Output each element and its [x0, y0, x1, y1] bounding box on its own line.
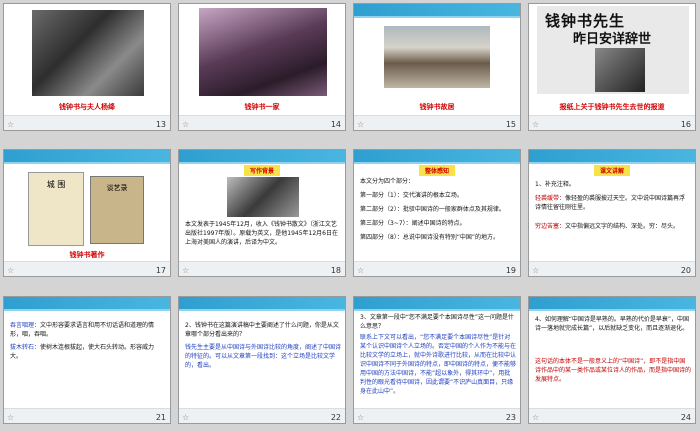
slide-caption: 钱钟书与夫人杨绛 — [59, 103, 115, 111]
slide-footer: ☆ 22 — [179, 408, 345, 423]
slide-number: 15 — [505, 120, 516, 129]
slide-footer: ☆ 17 — [4, 261, 170, 276]
header-band — [179, 297, 345, 311]
slide-footer: ☆ 23 — [354, 408, 520, 423]
header-band — [179, 150, 345, 164]
slide-footer: ☆ 24 — [529, 408, 695, 423]
section-tag: 写作背景 — [243, 165, 281, 176]
slide-number: 18 — [330, 266, 341, 275]
slide-thumbnail-18[interactable]: 写作背景 本文发表于1945年12月，收入《钱钟书散文》（浙江文艺出版社1997… — [178, 149, 346, 277]
slide-number: 19 — [505, 266, 516, 275]
slide-footer: ☆ 18 — [179, 261, 345, 276]
author-photo — [227, 177, 299, 217]
slide-thumbnail-17[interactable]: 城 围 谈艺录 钱钟书著作 ☆ 17 — [3, 149, 171, 277]
star-icon[interactable]: ☆ — [182, 413, 189, 422]
slide-footer: ☆ 15 — [354, 115, 520, 130]
newspaper-clipping: 钱钟书先生 昨日安详辞世 — [537, 6, 689, 94]
slide-number: 13 — [155, 120, 166, 129]
term-entry-2: 穷边苦塞：文中指偏远文字的结构、深处。穷：尽头。 — [535, 222, 691, 231]
header-band — [354, 297, 520, 311]
slide-thumbnail-15[interactable]: 钱钟书故居 ☆ 15 — [353, 3, 521, 131]
slide-question: 2、钱钟书在这篇演讲稿中主要阐述了什么问题，你是从文章哪个部分看出来的？ — [185, 322, 339, 338]
slide-part-2: 第二部分（2）：批驳中国诗的一般家群体点及其规律。 — [360, 206, 505, 213]
slide-part-3: 第三部分（3~7）：阐述中国诗的特点。 — [360, 220, 466, 227]
star-icon[interactable]: ☆ — [182, 120, 189, 129]
slide-thumbnail-19[interactable]: 整体感知 本文分为四个部分： 第一部分（1）：交代演讲的根本立场。 第二部分（2… — [353, 149, 521, 277]
slide-intro: 本文分为四个部分： — [360, 178, 415, 185]
slide-number: 22 — [330, 413, 341, 422]
slide-question: 3、文章第一段中“您不满足要个本国诗尽性”这一问题是什么意思？ — [360, 314, 515, 330]
slide-part-4: 第四部分（8）：总说中国诗没有特别“中国”的地方。 — [360, 234, 500, 241]
newspaper-headline-2: 昨日安详辞世 — [573, 32, 652, 47]
slide-number: 17 — [155, 266, 166, 275]
slide-footer: ☆ 16 — [529, 115, 695, 130]
header-band — [529, 297, 695, 311]
star-icon[interactable]: ☆ — [357, 413, 364, 422]
slide-footer: ☆ 19 — [354, 261, 520, 276]
star-icon[interactable]: ☆ — [7, 413, 14, 422]
slide-caption: 钱钟书故居 — [419, 103, 455, 111]
header-band — [4, 297, 170, 311]
header-band — [4, 150, 170, 164]
slide-number: 14 — [330, 120, 341, 129]
slide-body-text: 本文发表于1945年12月，收入《钱钟书散文》（浙江文艺出版社1997年版）。原… — [185, 221, 338, 246]
slide-number: 24 — [680, 413, 691, 422]
slide-footer: ☆ 14 — [179, 115, 345, 130]
star-icon[interactable]: ☆ — [532, 120, 539, 129]
slide-thumbnail-21[interactable]: 吞言咽理：文中形容要求语言和用不切话语和道理的情形，咽，吞咽。 拔木转石：使树木… — [3, 296, 171, 424]
section-tag: 整体感知 — [418, 165, 456, 176]
book-cover-1: 城 围 — [28, 172, 84, 246]
newspaper-portrait — [595, 48, 645, 92]
slide-footer: ☆ 20 — [529, 261, 695, 276]
term-label: 吞言咽理： — [10, 322, 41, 329]
couple-photo — [32, 10, 144, 96]
slide-caption: 钱钟书一家 — [244, 103, 280, 111]
slide-footer: ☆ 13 — [4, 115, 170, 130]
slide-number: 20 — [680, 266, 691, 275]
star-icon[interactable]: ☆ — [532, 413, 539, 422]
slide-thumbnail-23[interactable]: 3、文章第一段中“您不满足要个本国诗尽性”这一问题是什么意思？ 联系上下文可以看… — [353, 296, 521, 424]
slide-answer: 联系上下文可以看出，“您不满足要个本国诗尽性”是针对某个认识中国诗个人立场的。否… — [360, 334, 517, 395]
star-icon[interactable]: ☆ — [357, 120, 364, 129]
star-icon[interactable]: ☆ — [357, 266, 364, 275]
header-band — [529, 150, 695, 164]
term-entry-1: 轻裘缓带：像轻盈的裘服披过天空。文中说中国诗篇再浮诗情往留往刚往里。 — [535, 194, 691, 212]
slide-question: 4、如何理解“中国诗是早熟的。早熟的代价是早衰”，中国诗一落地就完成长篇”，以后… — [535, 316, 690, 332]
term-definition: 文中指偏远文字的结构、深处。穷：尽头。 — [565, 223, 680, 230]
slide-part-1: 第一部分（1）：交代演讲的根本立场。 — [360, 192, 463, 199]
slide-thumbnail-20[interactable]: 课文讲解 1、补充注释。 轻裘缓带：像轻盈的裘服披过天空。文中说中国诗篇再浮诗情… — [528, 149, 696, 277]
residence-photo — [384, 26, 490, 88]
slide-thumbnail-24[interactable]: 4、如何理解“中国诗是早熟的。早熟的代价是早衰”，中国诗一落地就完成长篇”，以后… — [528, 296, 696, 424]
book-cover-2: 谈艺录 — [90, 176, 144, 244]
slide-heading: 1、补充注释。 — [535, 181, 575, 188]
header-band — [354, 4, 520, 18]
section-tag: 课文讲解 — [593, 165, 631, 176]
slide-thumbnail-16[interactable]: 钱钟书先生 昨日安详辞世 报纸上关于钱钟书先生去世的报道 ☆ 16 — [528, 3, 696, 131]
slide-number: 16 — [680, 120, 691, 129]
slide-thumbnail-14[interactable]: 钱钟书一家 ☆ 14 — [178, 3, 346, 131]
slide-thumbnail-13[interactable]: 钱钟书与夫人杨绛 ☆ 13 — [3, 3, 171, 131]
term-entry-1: 吞言咽理：文中形容要求语言和用不切话语和道理的情形，咽，吞咽。 — [10, 321, 166, 339]
family-photo — [199, 8, 327, 96]
term-label: 拔木转石： — [10, 344, 41, 351]
term-label: 穷边苦塞： — [535, 223, 566, 230]
slide-number: 21 — [155, 413, 166, 422]
slide-answer: 钱先生主要是从中国诗与外国诗比较的角度，阐述了中国诗的特征的。可以从文章第一段找… — [185, 344, 342, 369]
slide-caption: 钱钟书著作 — [69, 251, 105, 259]
slide-thumbnail-22[interactable]: 2、钱钟书在这篇演讲稿中主要阐述了什么问题，你是从文章哪个部分看出来的？ 钱先生… — [178, 296, 346, 424]
star-icon[interactable]: ☆ — [182, 266, 189, 275]
slide-caption: 报纸上关于钱钟书先生去世的报道 — [559, 103, 665, 111]
header-band — [354, 150, 520, 164]
slide-footer: ☆ 21 — [4, 408, 170, 423]
star-icon[interactable]: ☆ — [7, 120, 14, 129]
star-icon[interactable]: ☆ — [7, 266, 14, 275]
slide-answer: 这句话的本体不是一般意义上的“中国诗”，即不是指中国诗作品中的某一类作品或某位诗… — [535, 358, 692, 383]
term-entry-2: 拔木转石：使树木连根拔起，使大石头转动。形容威力大。 — [10, 343, 166, 361]
slide-number: 23 — [505, 413, 516, 422]
star-icon[interactable]: ☆ — [532, 266, 539, 275]
term-label: 轻裘缓带： — [535, 195, 566, 202]
